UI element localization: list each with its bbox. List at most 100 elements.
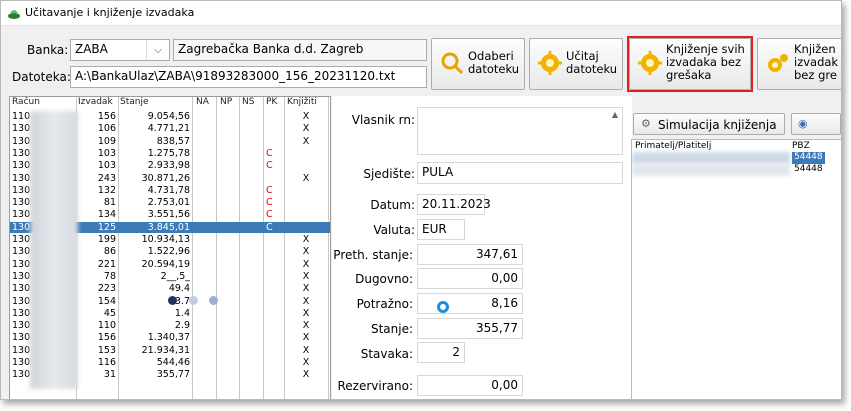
pk-cell: [266, 308, 282, 319]
statement-cell: 81: [103, 197, 116, 209]
reserved-field[interactable]: 0,00: [417, 375, 523, 396]
magnifier-icon: [441, 52, 464, 75]
col-header-pbz[interactable]: PBZ: [792, 141, 810, 151]
account-cell: 130: [12, 184, 31, 196]
loading-indicator: [168, 295, 218, 308]
file-path-field[interactable]: A:\BankaUlaz\ZABA\91893283000_156_202311…: [70, 66, 427, 88]
statement-cell: 243: [97, 172, 116, 184]
statement-cell: 156: [97, 332, 116, 344]
post-cell: X: [302, 111, 310, 122]
scroll-up-icon[interactable]: ▲: [612, 110, 618, 119]
date-field[interactable]: 20.11.2023: [417, 194, 491, 215]
pk-cell: [266, 320, 282, 331]
post-cell: X: [302, 172, 310, 184]
table-row[interactable]: 54448: [632, 152, 841, 164]
simulation-button[interactable]: ⚙ Simulacija knjiženja: [633, 113, 785, 135]
account-cell: 130: [12, 258, 31, 270]
bank-combo[interactable]: ZABA ⌵: [70, 39, 170, 61]
balance-cell: 9.054,56: [147, 111, 190, 122]
balance-cell: 2.9: [174, 320, 190, 332]
statement-cell: 45: [103, 307, 116, 319]
account-cell: 130: [12, 135, 31, 147]
cursor-circle-icon: [437, 301, 449, 313]
debit-field[interactable]: 0,00: [417, 268, 523, 289]
debit-label: Dugovno:: [355, 272, 413, 286]
refresh-icon: ◉: [798, 117, 808, 130]
balance-field[interactable]: 355,77: [417, 318, 523, 339]
pk-cell: C: [266, 197, 273, 209]
pk-cell: [266, 234, 282, 245]
col-header-np[interactable]: NP: [220, 97, 232, 110]
pk-cell: [266, 283, 282, 294]
balance-cell: 30.871,26: [141, 172, 190, 184]
bank-label: Banka:: [27, 43, 69, 57]
load-file-button[interactable]: Učitaj datoteku: [529, 38, 623, 90]
owner-label: Vlasnik rn:: [351, 113, 415, 127]
prev-balance-field[interactable]: 347,61: [417, 244, 523, 265]
redacted-payee: [632, 164, 790, 176]
statements-grid[interactable]: Račun Izvadak Stanje NA NP NS PK Knjižit…: [9, 96, 331, 399]
statement-cell: 109: [97, 135, 116, 147]
chevron-down-icon[interactable]: ⌵: [146, 40, 169, 60]
balance-cell: 21.934,31: [141, 344, 190, 356]
post-cell: X: [302, 135, 310, 147]
balance-cell: 20.594,19: [141, 258, 190, 270]
pk-cell: C: [266, 221, 273, 233]
pk-cell: [266, 369, 282, 380]
owner-field[interactable]: ▲: [417, 107, 623, 155]
account-cell: 130: [12, 209, 31, 221]
col-header-statement[interactable]: Izvadak: [78, 97, 113, 110]
balance-cell: 1.4: [174, 307, 190, 319]
statement-cell: 156: [97, 111, 116, 122]
currency-label: Valuta:: [373, 223, 415, 237]
col-header-na[interactable]: NA: [196, 97, 209, 110]
post-cell: [287, 148, 325, 159]
pk-cell: [266, 246, 282, 257]
balance-cell: 10.934,13: [141, 234, 190, 245]
post-cell: X: [302, 332, 310, 344]
pbz-cell: 54448: [794, 164, 823, 174]
date-label: Datum:: [370, 198, 415, 212]
statement-cell: 199: [97, 234, 116, 245]
table-row[interactable]: 54448: [632, 164, 841, 176]
account-cell: 130: [12, 357, 31, 368]
col-header-post[interactable]: Knjižiti: [287, 97, 317, 110]
statement-cell: 78: [103, 270, 116, 282]
credit-label: Potražno:: [356, 297, 413, 311]
account-cell: 130: [12, 270, 31, 282]
col-header-ns[interactable]: NS: [242, 97, 254, 110]
post-cell: X: [302, 320, 310, 332]
statement-cell: 110: [97, 320, 116, 332]
post-cell: [287, 197, 325, 208]
pk-cell: C: [266, 184, 273, 196]
post-cell: [287, 209, 325, 220]
balance-cell: 4.731,78: [147, 184, 190, 196]
col-header-pk[interactable]: PK: [266, 97, 277, 110]
account-cell: 130: [12, 197, 31, 209]
bank-code: ZABA: [75, 42, 108, 56]
pk-cell: [266, 345, 282, 356]
credit-field[interactable]: 8,16: [417, 293, 523, 314]
post-cell: [287, 160, 325, 171]
redacted-payee: [632, 152, 790, 164]
col-header-balance[interactable]: Stanje: [120, 97, 149, 110]
payees-grid[interactable]: Primatelj/Platitelj PBZ 54448 54448: [631, 139, 841, 399]
post-selected-button[interactable]: Knjižen izvadak bez gre: [757, 38, 841, 90]
seat-field[interactable]: PULA: [417, 162, 623, 184]
col-header-payee[interactable]: Primatelj/Platitelj: [635, 141, 711, 151]
account-cell: 130: [12, 123, 31, 135]
choose-file-button[interactable]: Odaberi datoteku: [431, 38, 525, 90]
post-cell: X: [302, 258, 310, 270]
items-field[interactable]: 2: [417, 342, 465, 363]
load-file-label: Učitaj datoteku: [566, 49, 618, 76]
window: Učitavanje i knjiženje izvadaka Banka: Z…: [0, 0, 842, 400]
account-cell: 130: [12, 332, 31, 344]
post-cell: X: [302, 270, 310, 282]
post-cell: X: [302, 246, 310, 258]
highlight-frame: [627, 36, 753, 92]
statement-cell: 86: [103, 246, 116, 258]
refresh-button[interactable]: ◉: [791, 113, 841, 135]
col-header-account[interactable]: Račun: [12, 97, 40, 110]
currency-field[interactable]: EUR: [417, 219, 465, 240]
title-bar: Učitavanje i knjiženje izvadaka: [1, 1, 841, 26]
